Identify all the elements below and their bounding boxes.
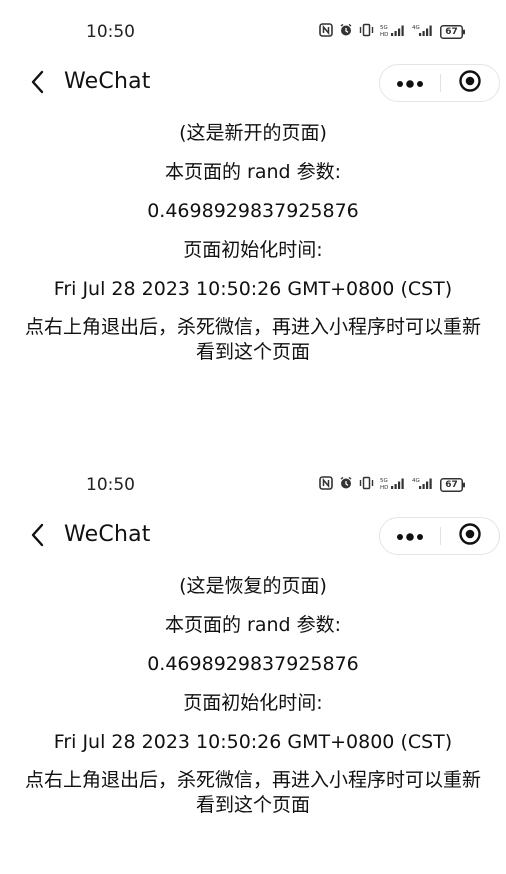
more-button[interactable] xyxy=(380,65,440,101)
nfc-icon xyxy=(319,22,333,41)
svg-text:HD: HD xyxy=(380,32,388,37)
instruction-text: 点右上角退出后，杀死微信，再进入小程序时可以重新看到这个页面 xyxy=(24,316,481,363)
nfc-icon xyxy=(319,475,333,494)
init-time-value: Fri Jul 28 2023 10:50:26 GMT+0800 (CST) xyxy=(53,278,453,300)
page-content: (这是恢复的页面) 本页面的 rand 参数: 0.46989298379258… xyxy=(0,565,506,818)
menu-capsule xyxy=(379,517,500,555)
svg-text:5G: 5G xyxy=(380,25,388,31)
screen-restored-page: 10:50 5G HD 4G 67 WeChat (这是恢复的页面) 本页面的 … xyxy=(0,437,506,874)
status-bar: 10:50 5G HD 4G 67 xyxy=(0,0,506,56)
navigation-bar: WeChat xyxy=(0,509,506,565)
target-circle-icon xyxy=(458,522,482,550)
rand-label: 本页面的 rand 参数: xyxy=(164,161,342,183)
close-button[interactable] xyxy=(441,65,499,101)
battery-level: 67 xyxy=(445,26,458,37)
back-button[interactable] xyxy=(26,70,50,98)
signal-icon: 5G HD xyxy=(380,22,406,41)
status-bar: 10:50 5G HD 4G 67 xyxy=(0,453,506,509)
page-state-text: (这是新开的页面) xyxy=(179,122,327,144)
alarm-icon xyxy=(339,22,353,41)
battery-icon: 67 xyxy=(440,477,466,492)
signal-icon: 4G xyxy=(412,22,434,41)
vibrate-icon xyxy=(359,475,374,494)
signal-icon: 4G xyxy=(412,475,434,494)
page-state-text: (这是恢复的页面) xyxy=(179,575,327,597)
status-time: 10:50 xyxy=(86,22,135,42)
svg-text:5G: 5G xyxy=(380,478,388,484)
page-title: WeChat xyxy=(64,69,151,94)
page-content: (这是新开的页面) 本页面的 rand 参数: 0.46989298379258… xyxy=(0,112,506,365)
init-time-value: Fri Jul 28 2023 10:50:26 GMT+0800 (CST) xyxy=(53,731,453,753)
chevron-left-icon xyxy=(31,70,45,98)
more-dots-icon xyxy=(396,74,424,93)
close-button[interactable] xyxy=(441,518,499,554)
status-icons: 5G HD 4G 67 xyxy=(319,475,466,494)
rand-value: 0.4698929837925876 xyxy=(147,653,359,675)
menu-capsule xyxy=(379,64,500,102)
vibrate-icon xyxy=(359,22,374,41)
rand-label: 本页面的 rand 参数: xyxy=(164,614,342,636)
chevron-left-icon xyxy=(31,523,45,551)
alarm-icon xyxy=(339,475,353,494)
battery-icon: 67 xyxy=(440,24,466,39)
navigation-bar: WeChat xyxy=(0,56,506,112)
instruction-text: 点右上角退出后，杀死微信，再进入小程序时可以重新看到这个页面 xyxy=(24,769,481,816)
page-title: WeChat xyxy=(64,522,151,547)
init-time-label: 页面初始化时间: xyxy=(183,692,323,714)
svg-text:HD: HD xyxy=(380,485,388,490)
rand-value: 0.4698929837925876 xyxy=(147,200,359,222)
signal-icon: 5G HD xyxy=(380,475,406,494)
status-time: 10:50 xyxy=(86,475,135,495)
svg-text:4G: 4G xyxy=(412,25,420,31)
more-dots-icon xyxy=(396,527,424,546)
status-icons: 5G HD 4G 67 xyxy=(319,22,466,41)
more-button[interactable] xyxy=(380,518,440,554)
battery-level: 67 xyxy=(445,479,458,490)
target-circle-icon xyxy=(458,69,482,97)
init-time-label: 页面初始化时间: xyxy=(183,239,323,261)
back-button[interactable] xyxy=(26,523,50,551)
svg-text:4G: 4G xyxy=(412,478,420,484)
screen-new-page: 10:50 5G HD 4G 67 WeChat (这是新开的页面) 本页面的 … xyxy=(0,0,506,437)
